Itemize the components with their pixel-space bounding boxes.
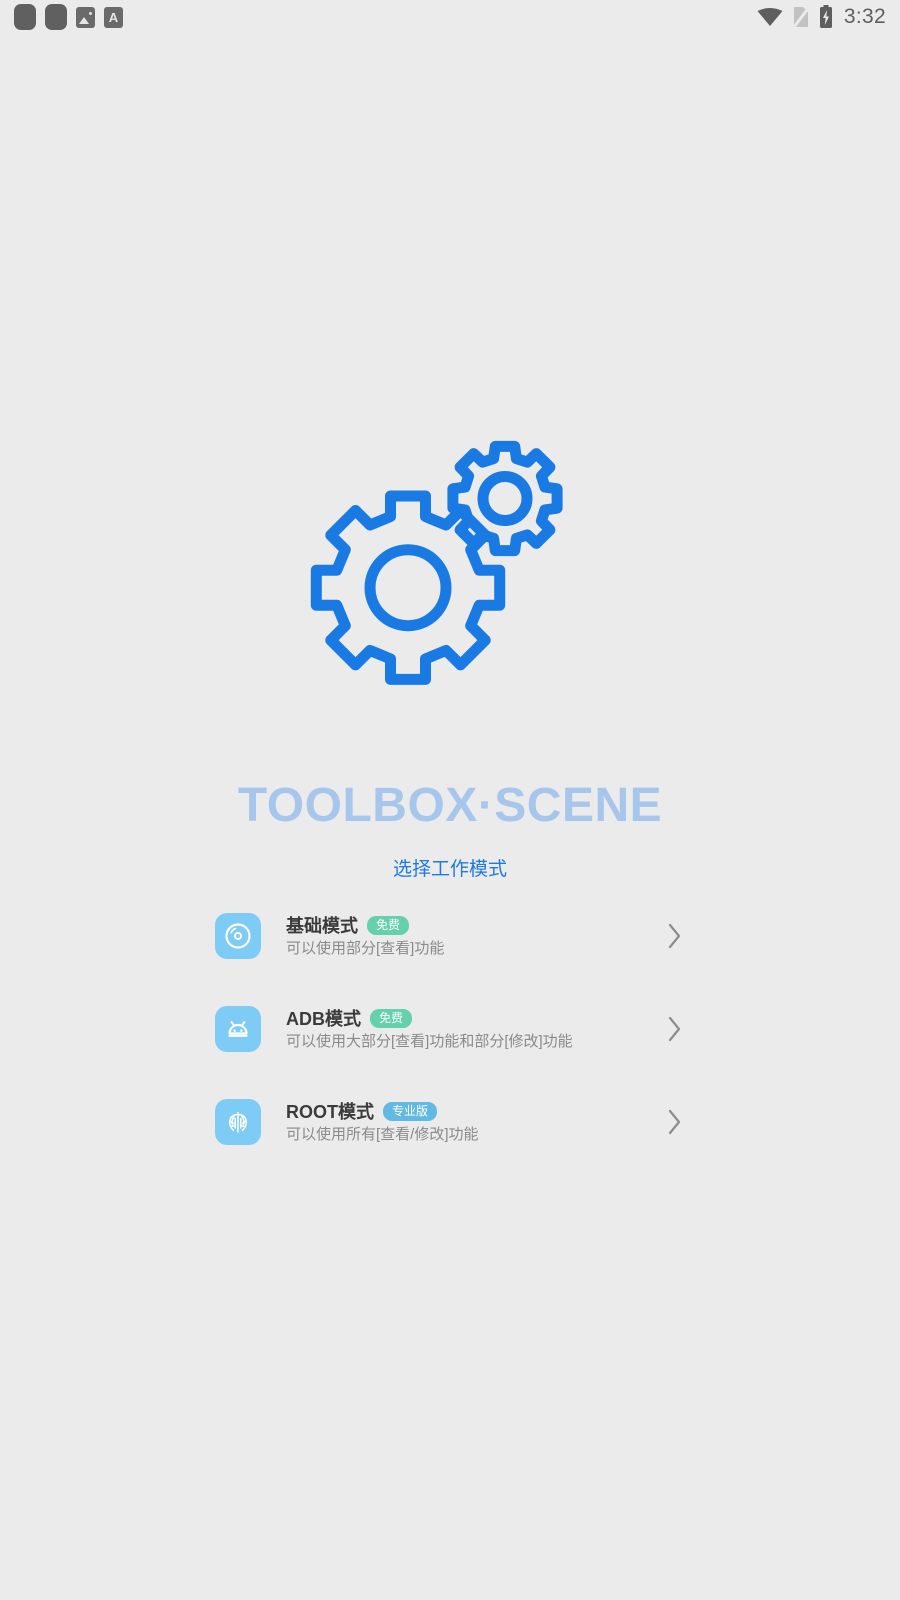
mode-text-adb: ADB模式 免费 可以使用大部分[查看]功能和部分[修改]功能 (286, 1009, 657, 1049)
notification-blob-1-icon (14, 4, 36, 30)
magisk-icon (215, 1099, 261, 1145)
mode-title-basic: 基础模式 (286, 915, 358, 936)
wifi-icon (757, 7, 783, 27)
mode-subtitle-basic: 可以使用部分[查看]功能 (286, 940, 445, 957)
translate-icon: A (104, 6, 123, 28)
mode-text-root: ROOT模式 专业版 可以使用所有[查看/修改]功能 (286, 1102, 657, 1142)
mode-title-line-root: ROOT模式 专业版 (286, 1102, 657, 1121)
notification-blob-2-icon (45, 4, 67, 30)
mode-row-basic[interactable]: 基础模式 免费 可以使用部分[查看]功能 (215, 905, 685, 967)
photo-icon (76, 6, 95, 28)
mode-subtitle-root: 可以使用所有[查看/修改]功能 (286, 1126, 479, 1143)
mode-title-line-basic: 基础模式 免费 (286, 916, 657, 935)
status-bar[interactable]: A 3:32 (0, 0, 900, 34)
mode-list: 基础模式 免费 可以使用部分[查看]功能 ADB模式 免费 可以使用大部分[查看… (215, 905, 685, 1184)
disc-icon (215, 913, 261, 959)
mode-badge-adb: 免费 (370, 1009, 413, 1028)
status-bar-left-icons: A (14, 4, 123, 30)
mode-title-adb: ADB模式 (286, 1008, 361, 1029)
mode-text-basic: 基础模式 免费 可以使用部分[查看]功能 (286, 916, 657, 956)
two-gears-icon (300, 430, 600, 725)
chevron-right-icon[interactable] (665, 1015, 685, 1043)
page-title: TOOLBOX·SCENE (237, 779, 663, 832)
mode-badge-root: 专业版 (383, 1102, 438, 1121)
chevron-right-icon[interactable] (665, 1108, 685, 1136)
mode-subtitle-adb: 可以使用大部分[查看]功能和部分[修改]功能 (286, 1033, 573, 1050)
battery-charging-icon (819, 5, 833, 29)
page-subtitle: 选择工作模式 (392, 859, 507, 880)
no-sim-icon (792, 6, 810, 28)
status-bar-right-icons: 3:32 (757, 5, 886, 29)
mode-badge-basic: 免费 (367, 916, 410, 935)
mode-row-adb[interactable]: ADB模式 免费 可以使用大部分[查看]功能和部分[修改]功能 (215, 998, 685, 1060)
status-bar-clock: 3:32 (843, 5, 886, 28)
mode-title-root: ROOT模式 (286, 1101, 374, 1122)
android-icon (215, 1006, 261, 1052)
hero-illustration (0, 430, 900, 725)
mode-title-line-adb: ADB模式 免费 (286, 1009, 657, 1028)
mode-row-root[interactable]: ROOT模式 专业版 可以使用所有[查看/修改]功能 (215, 1091, 685, 1153)
chevron-right-icon[interactable] (665, 922, 685, 950)
